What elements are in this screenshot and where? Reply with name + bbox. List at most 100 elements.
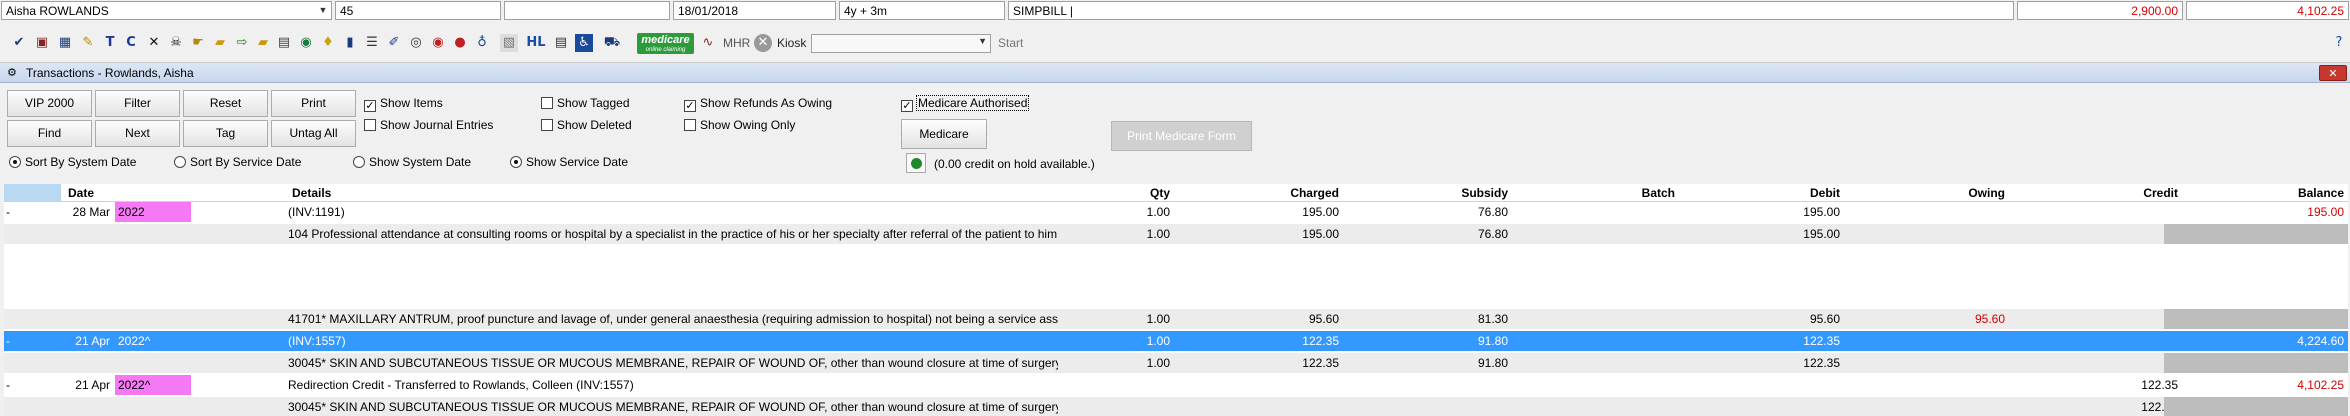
lock-form-icon[interactable]: ▣ — [33, 34, 51, 52]
ambulance-icon[interactable]: ⛟ — [598, 34, 626, 52]
pen-icon[interactable]: ✐ — [385, 34, 403, 52]
year-cell: 2022 — [115, 202, 191, 222]
filter-button[interactable]: Filter — [95, 90, 180, 117]
table-row[interactable]: - 21 Apr 2022^ Redirection Credit - Transfe… — [4, 375, 2348, 395]
show-journal-checkbox[interactable]: Show Journal Entries — [364, 118, 493, 132]
qty-column-header[interactable]: Qty — [1064, 186, 1170, 200]
hand-icon[interactable]: ☛ — [189, 34, 207, 52]
show-deleted-checkbox[interactable]: Show Deleted — [541, 118, 632, 132]
table-row[interactable]: 41701* MAXILLARY ANTRUM, proof puncture … — [4, 309, 2348, 329]
show-system-date-radio[interactable]: Show System Date — [353, 155, 471, 169]
medicare-button[interactable]: Medicare — [901, 119, 987, 149]
charged-cell: 195.00 — [1302, 205, 1339, 219]
patient-id-field[interactable]: 45 — [335, 1, 501, 20]
radio-dot[interactable] — [510, 156, 522, 168]
bottle-icon[interactable]: ♦ — [319, 34, 337, 52]
show-refunds-checkbox[interactable]: ✓ Show Refunds As Owing — [684, 96, 832, 112]
folder-open-icon[interactable]: ▰ — [211, 34, 229, 52]
next-button[interactable]: Next — [95, 120, 180, 147]
subsidy-column-header[interactable]: Subsidy — [1354, 186, 1508, 200]
blood-drop-icon[interactable]: ● — [451, 34, 469, 52]
patient-name-combo[interactable]: Aisha ROWLANDS ▼ — [1, 1, 332, 20]
kiosk-close-icon[interactable]: ✕ — [754, 34, 772, 52]
radio-dot[interactable] — [9, 156, 21, 168]
show-tagged-checkbox[interactable]: Show Tagged — [541, 96, 630, 110]
table-row[interactable]: 30045* SKIN AND SUBCUTANEOUS TISSUE OR M… — [4, 353, 2348, 373]
hl-icon[interactable]: HL — [524, 34, 548, 52]
checkbox-box[interactable] — [364, 119, 376, 131]
checkbox-box[interactable] — [541, 97, 553, 109]
bullet-list-icon[interactable]: ☰ — [363, 34, 381, 52]
print-button[interactable]: Print — [271, 90, 356, 117]
chevron-down-icon[interactable]: ▼ — [316, 3, 330, 18]
show-items-checkbox[interactable]: ✓ Show Items — [364, 96, 443, 112]
help-icon[interactable]: ? — [2330, 34, 2348, 52]
dob-field[interactable]: 18/01/2018 — [673, 1, 836, 20]
table-row[interactable]: - 28 Mar 2022 (INV:1191) 1.00 195.00 76.80 195… — [4, 202, 2348, 222]
balance-column-header[interactable]: Balance — [2189, 186, 2344, 200]
owing-column-header[interactable]: Owing — [1854, 186, 2005, 200]
export-icon[interactable]: ⇨ — [233, 34, 251, 52]
page-icon[interactable]: ▤ — [275, 34, 293, 52]
batch-column-header[interactable]: Batch — [1524, 186, 1675, 200]
coin-icon[interactable]: ◉ — [297, 34, 315, 52]
target-icon[interactable]: ◉ — [429, 34, 447, 52]
year-cell: 2022^ — [115, 375, 191, 395]
mhr-label[interactable]: MHR — [723, 36, 750, 50]
details-column-header[interactable]: Details — [292, 186, 331, 200]
radio-dot[interactable] — [353, 156, 365, 168]
calculator-icon[interactable]: ▤ — [552, 34, 570, 52]
medicare-logo[interactable]: medicare online claiming — [637, 33, 694, 54]
skull-icon[interactable]: ☠ — [167, 34, 185, 52]
date-column-header[interactable]: Date — [68, 186, 94, 200]
table-row[interactable]: 104 Professional attendance at consultin… — [4, 224, 2348, 244]
debit-cell: 195.00 — [1803, 227, 1840, 241]
credit-cell: 122.35 — [2141, 400, 2178, 414]
accessibility-icon[interactable]: ♿ — [575, 34, 593, 52]
calendar-icon[interactable]: ▦ — [56, 34, 74, 52]
folder-stack-icon[interactable]: ▰ — [254, 34, 272, 52]
note-icon[interactable]: ✎ — [79, 34, 97, 52]
chevron-down-icon[interactable]: ▼ — [978, 36, 987, 46]
letter-t-icon[interactable]: T — [101, 34, 119, 52]
print-medicare-form-button[interactable]: Print Medicare Form — [1111, 121, 1252, 151]
charged-column-header[interactable]: Charged — [1184, 186, 1339, 200]
letter-c-icon[interactable]: C — [122, 34, 140, 52]
patient-info-field[interactable] — [504, 1, 670, 20]
kiosk-select[interactable]: ▼ — [811, 34, 991, 53]
reset-button[interactable]: Reset — [183, 90, 268, 117]
checkbox-box[interactable]: ✓ — [364, 100, 376, 112]
debit-column-header[interactable]: Debit — [1689, 186, 1840, 200]
window-title: Transactions - Rowlands, Aisha — [26, 66, 194, 80]
radio-dot[interactable] — [174, 156, 186, 168]
grey-check-icon[interactable]: ▧ — [500, 34, 518, 52]
close-button[interactable]: ✕ — [2319, 65, 2347, 81]
checkbox-box[interactable]: ✓ — [901, 100, 913, 112]
billing-field[interactable]: SIMPBILL | — [1008, 1, 2014, 20]
close-x-icon[interactable]: ✕ — [145, 34, 163, 52]
vip-2000-button[interactable]: VIP 2000 — [7, 90, 92, 117]
checkbox-box[interactable]: ✓ — [684, 100, 696, 112]
transactions-grid[interactable]: Date Details Qty Charged Subsidy Batch D… — [4, 184, 2348, 416]
stethoscope-icon[interactable]: ♁ — [473, 34, 491, 52]
show-owing-only-checkbox[interactable]: Show Owing Only — [684, 118, 795, 132]
tick-list-icon[interactable]: ✔ — [10, 34, 28, 52]
disc-icon[interactable]: ◎ — [407, 34, 425, 52]
tag-button[interactable]: Tag — [183, 120, 268, 147]
age-field[interactable]: 4y + 3m — [839, 1, 1005, 20]
show-service-date-radio[interactable]: Show Service Date — [510, 155, 628, 169]
find-button[interactable]: Find — [7, 120, 92, 147]
table-row[interactable]: 30045* SKIN AND SUBCUTANEOUS TISSUE OR M… — [4, 397, 2348, 416]
sort-system-date-radio[interactable]: Sort By System Date — [9, 155, 136, 169]
table-row[interactable]: - 21 Apr 2022^ (INV:1557) 1.00 122.35 91.80 12… — [4, 331, 2348, 351]
row-selector-header[interactable] — [4, 184, 61, 202]
checkbox-box[interactable] — [684, 119, 696, 131]
sort-service-date-radio[interactable]: Sort By Service Date — [174, 155, 301, 169]
checkbox-box[interactable] — [541, 119, 553, 131]
untag-all-button[interactable]: Untag All — [271, 120, 356, 147]
credit-column-header[interactable]: Credit — [2022, 186, 2178, 200]
pulse-icon[interactable]: ∿ — [699, 34, 717, 52]
bottle2-icon[interactable]: ▮ — [341, 34, 359, 52]
medicare-authorised-checkbox[interactable]: ✓ Medicare Authorised — [901, 95, 1030, 112]
start-label[interactable]: Start — [998, 36, 1023, 50]
